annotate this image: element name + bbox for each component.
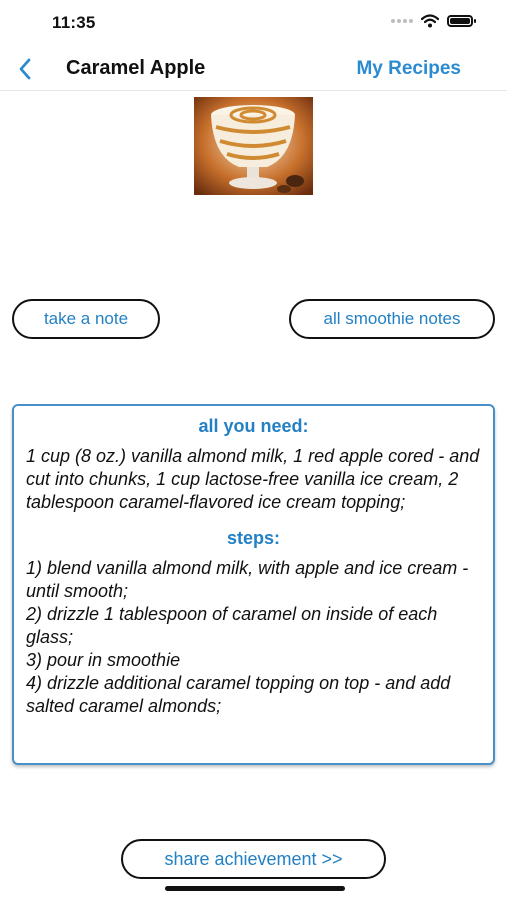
steps-text: 1) blend vanilla almond milk, with apple… [26, 558, 469, 716]
page-title: Caramel Apple [66, 57, 206, 79]
status-icons [391, 14, 476, 28]
status-time: 11:35 [52, 13, 96, 32]
smoothie-image [194, 97, 313, 195]
battery-icon [447, 15, 476, 27]
back-button[interactable] [12, 56, 38, 82]
navigation-bar: Caramel Apple My Recipes [0, 48, 507, 91]
recipe-card: all you need: 1 cup (8 oz.) vanilla almo… [12, 404, 495, 765]
home-indicator [165, 886, 345, 891]
share-achievement-button[interactable]: share achievement >> [121, 839, 386, 879]
my-recipes-button[interactable]: My Recipes [356, 58, 461, 80]
status-bar: 11:35 [0, 0, 507, 48]
chevron-left-icon [19, 58, 31, 80]
steps-heading: steps: [226, 528, 280, 548]
ingredients-text: 1 cup (8 oz.) vanilla almond milk, 1 red… [26, 446, 480, 512]
all-smoothie-notes-button[interactable]: all smoothie notes [289, 299, 495, 339]
wifi-icon [421, 14, 439, 28]
take-note-button[interactable]: take a note [12, 299, 160, 339]
ingredients-heading: all you need: [198, 416, 309, 436]
cellular-signal-icon [391, 19, 413, 23]
